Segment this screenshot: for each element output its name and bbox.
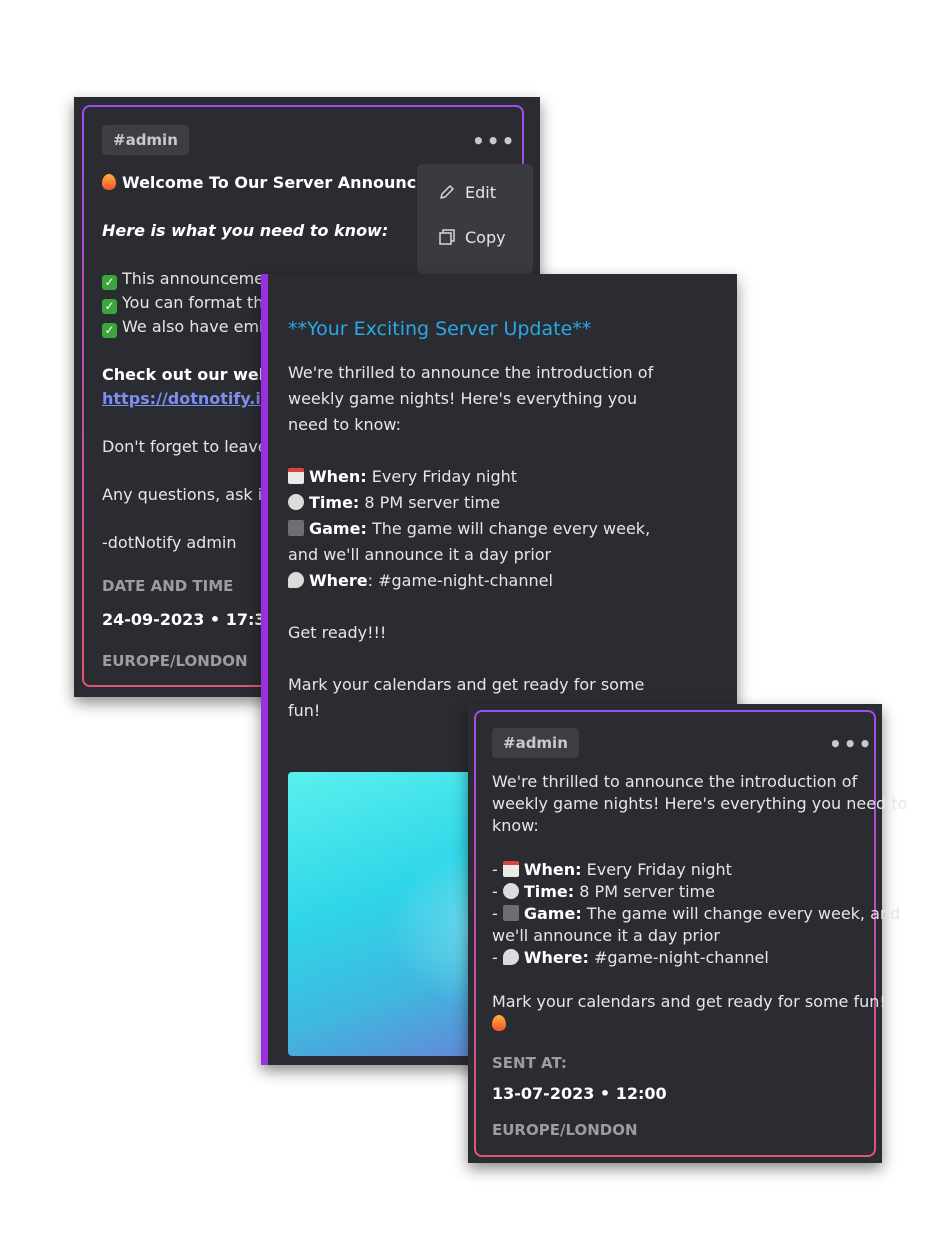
edit-menu-item[interactable]: Edit — [437, 182, 496, 202]
sent-value: 13-07-2023 • 12:00 — [492, 1084, 667, 1103]
calendar-icon — [502, 861, 519, 877]
game-line: Game: The game will change every week, — [288, 519, 650, 538]
gamepad-icon — [288, 520, 304, 536]
announcement-card-3: #admin ••• We're thrilled to announce th… — [468, 704, 907, 1163]
date-value: 24-09-2023 • 17:30 — [102, 610, 277, 629]
game-line-cont: we'll announce it a day prior — [492, 926, 720, 945]
intro-line: We're thrilled to announce the introduct… — [492, 772, 858, 791]
embed-title: **Your Exciting Server Update** — [288, 318, 592, 340]
sent-label: SENT AT: — [492, 1054, 567, 1072]
time-line: - Time: 8 PM server time — [492, 882, 715, 901]
fire-icon — [102, 174, 116, 190]
channel-tag[interactable]: #admin — [492, 728, 579, 758]
bullet-item: ✓ You can format th — [102, 293, 263, 314]
intro-line: need to know: — [288, 415, 402, 434]
checkmark-icon: ✓ — [102, 323, 117, 338]
copy-menu-item[interactable]: Copy — [437, 227, 506, 247]
reminder-text: Don't forget to leave — [102, 437, 268, 456]
time-line: Time: 8 PM server time — [288, 493, 500, 512]
intro-line: know: — [492, 816, 539, 835]
clock-icon — [502, 883, 519, 899]
when-line: - When: Every Friday night — [492, 860, 732, 879]
bullet-item: ✓ We also have emb — [102, 317, 269, 338]
speech-bubble-icon — [288, 572, 304, 588]
website-link[interactable]: https://dotnotify.io — [102, 389, 272, 408]
mark-line: Mark your calendars and get ready for so… — [492, 992, 886, 1011]
fire-icon — [492, 1015, 506, 1031]
checkmark-icon: ✓ — [102, 275, 117, 290]
intro-line: We're thrilled to announce the introduct… — [288, 363, 654, 382]
intro-line: weekly game nights! Here's everything yo… — [492, 794, 908, 813]
announcement-title: Welcome To Our Server Announcen — [102, 173, 438, 192]
questions-text: Any questions, ask in — [102, 485, 273, 504]
where-line: Where: #game-night-channel — [288, 571, 553, 590]
timezone-label: EUROPE/LONDON — [102, 652, 248, 670]
more-options-icon[interactable]: ••• — [829, 732, 873, 756]
mark-line: fun! — [288, 701, 321, 720]
fire-line — [492, 1014, 512, 1033]
website-text: Check out our webs — [102, 365, 280, 384]
more-options-icon[interactable]: ••• — [472, 129, 516, 153]
intro-line: weekly game nights! Here's everything yo… — [288, 389, 638, 408]
game-line: - Game: The game will change every week,… — [492, 904, 901, 923]
context-menu: Edit Copy — [417, 164, 533, 274]
checkmark-icon: ✓ — [102, 299, 117, 314]
announcement-subtitle: Here is what you need to know: — [102, 221, 389, 240]
signature-text: -dotNotify admin — [102, 533, 237, 552]
where-line: - Where: #game-night-channel — [492, 948, 769, 967]
pencil-icon — [440, 185, 454, 199]
speech-bubble-icon — [502, 949, 519, 965]
bullet-item: ✓ This announceme — [102, 269, 264, 290]
game-line-cont: and we'll announce it a day prior — [288, 545, 552, 564]
date-label: DATE AND TIME — [102, 577, 234, 595]
mark-line: Mark your calendars and get ready for so… — [288, 675, 645, 694]
calendar-icon — [288, 468, 304, 484]
channel-tag[interactable]: #admin — [102, 125, 189, 155]
timezone-label: EUROPE/LONDON — [492, 1121, 638, 1139]
copy-icon — [439, 229, 455, 245]
clock-icon — [288, 494, 304, 510]
when-line: When: Every Friday night — [288, 467, 517, 486]
ready-text: Get ready!!! — [288, 623, 387, 642]
gamepad-icon — [502, 905, 519, 921]
